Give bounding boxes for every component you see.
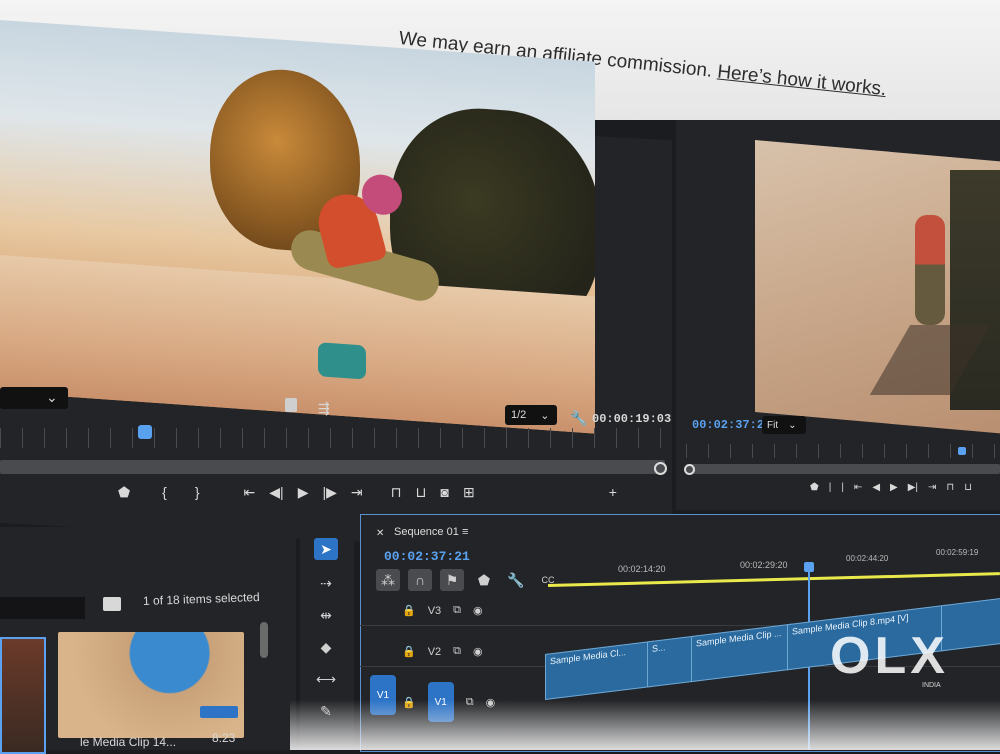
lift-icon[interactable]: ⊓ [946, 482, 954, 493]
step-forward-icon[interactable]: ▶| [908, 482, 918, 493]
ruler-label: 00:02:14:20 [618, 564, 666, 574]
extract-icon[interactable]: ⊔ [964, 482, 972, 493]
source-playhead[interactable] [138, 425, 152, 439]
camera-icon[interactable]: ◙ [440, 484, 448, 501]
fit-select[interactable]: Fit ⌄ [762, 416, 806, 434]
watermark-text: OLX [830, 627, 949, 685]
clip-duration: 8:23 [212, 731, 236, 745]
source-dropdown[interactable]: ⌄ [0, 387, 68, 409]
search-icon[interactable] [103, 597, 121, 611]
track-label-v2: V2 [427, 645, 442, 658]
program-transport: ⬟ | | ⇤ ◀ ▶ ▶| ⇥ ⊓ ⊔ [810, 482, 972, 493]
ruler-label: 00:02:44:20 [846, 554, 889, 563]
track-label-v3: V3 [427, 604, 442, 617]
track-header-v2: 🔒 V2 ⧉ ◉ [402, 645, 483, 658]
watermark-sub: INDIA [922, 682, 941, 689]
step-back-icon[interactable]: ◀| [269, 484, 283, 501]
source-timecode: 00:00:19:03 [592, 412, 672, 426]
go-to-out-icon[interactable]: ⇥ [351, 484, 363, 501]
snap-icon[interactable]: ∩ [408, 569, 432, 591]
program-skater [915, 215, 945, 325]
program-time-ruler[interactable] [686, 444, 1000, 458]
export-frame-icon[interactable] [285, 398, 297, 412]
fit-select-value: Fit [767, 419, 779, 431]
marker-icon[interactable]: ⬟ [810, 482, 819, 493]
marker-icon[interactable]: ⬟ [118, 484, 130, 501]
olx-watermark: OLX INDIA [830, 626, 970, 706]
go-to-in-icon[interactable]: ⇤ [244, 484, 256, 501]
lock-icon[interactable]: 🔒 [402, 645, 416, 658]
source-transport: ⬟ { } ⇤ ◀| ▶ |▶ ⇥ ⊓ ⊔ ◙ ⊞ + [118, 484, 617, 501]
button-editor-icon[interactable]: ⊞ [463, 484, 475, 501]
ruler-label: 00:02:59:19 [936, 548, 979, 557]
screen-glare [290, 700, 1000, 750]
linked-selection-icon[interactable]: ⚑ [440, 569, 464, 591]
mark-out-icon[interactable]: | [841, 482, 844, 493]
program-timecode: 00:02:37:21 [692, 418, 772, 432]
mark-in-icon[interactable]: { [162, 484, 167, 501]
play-icon[interactable]: ▶ [298, 484, 309, 501]
clip-thumbnail-left[interactable] [0, 637, 46, 754]
clip-badge-icon [200, 706, 238, 718]
program-scroll-bar[interactable] [686, 464, 1000, 474]
slip-icon[interactable]: ⟷ [314, 668, 338, 690]
sequence-title[interactable]: Sequence 01 [394, 526, 459, 538]
add-marker-icon[interactable]: ⬟ [472, 569, 496, 591]
chevron-down-icon: ⌄ [788, 419, 797, 431]
timeline-toolbar: ⁂ ∩ ⚑ ⬟ 🔧 CC [376, 569, 560, 591]
mark-out-icon[interactable]: } [195, 484, 200, 501]
go-to-out-icon[interactable]: ⇥ [928, 482, 936, 493]
play-icon[interactable]: ▶ [890, 482, 898, 493]
source-scroll-bar[interactable] [0, 460, 665, 474]
program-scroll-start[interactable] [684, 464, 695, 475]
source-video-frame [0, 20, 595, 434]
zoom-select[interactable]: 1/2 ⌄ [505, 405, 557, 425]
project-search-input[interactable] [0, 597, 85, 619]
sync-icon[interactable]: ⧉ [453, 604, 461, 617]
timeline-clip[interactable]: S... [647, 635, 697, 688]
timeline-timecode: 00:02:37:21 [384, 549, 470, 564]
chevron-down-icon: ⌄ [540, 409, 550, 422]
clip-name: le Media Clip 14... [80, 735, 177, 749]
source-time-ruler[interactable] [0, 428, 665, 448]
wrench-icon[interactable]: 🔧 [570, 410, 587, 427]
track-header-v3: 🔒 V3 ⧉ ◉ [402, 604, 483, 617]
lock-icon[interactable]: 🔒 [402, 604, 416, 617]
zoom-select-value: 1/2 [511, 409, 527, 421]
chevron-down-icon: ⌄ [46, 389, 58, 405]
nest-icon[interactable]: ⁂ [376, 569, 400, 591]
program-playhead[interactable] [958, 447, 966, 455]
wrench-icon[interactable]: 🔧 [504, 569, 528, 591]
add-icon[interactable]: + [609, 484, 617, 501]
clip-thumbnail[interactable] [58, 632, 244, 738]
timeline-playhead-head[interactable] [804, 562, 814, 572]
step-back-icon[interactable]: ◀ [872, 482, 880, 493]
project-scrollbar[interactable] [260, 622, 268, 658]
roller-skate [318, 342, 366, 380]
ripple-edit-icon[interactable]: ⇹ [314, 604, 338, 626]
clip-label: S... [652, 642, 666, 654]
close-icon[interactable]: ✕ [376, 528, 384, 539]
clip-label: Sample Media Clip ... [696, 627, 782, 649]
eye-icon[interactable]: ◉ [473, 645, 483, 658]
menu-icon[interactable]: ≡ [462, 526, 468, 538]
source-scroll-end[interactable] [654, 462, 667, 475]
sync-icon[interactable]: ⧉ [453, 645, 461, 658]
razor-icon[interactable]: ◆ [314, 636, 338, 658]
track-select-icon[interactable]: ⇢ [314, 572, 338, 594]
insert-icon[interactable]: ⊓ [391, 484, 402, 501]
overwrite-icon[interactable]: ⊔ [416, 484, 427, 501]
step-forward-icon[interactable]: |▶ [322, 484, 336, 501]
ruler-label: 00:02:29:20 [740, 560, 788, 570]
settings-icon[interactable]: ⇶ [318, 400, 330, 417]
go-to-in-icon[interactable]: ⇤ [854, 482, 862, 493]
eye-icon[interactable]: ◉ [473, 604, 483, 617]
clip-label: Sample Media Cl... [550, 647, 627, 667]
selection-tool-icon[interactable]: ➤ [314, 538, 338, 560]
mark-in-icon[interactable]: | [829, 482, 832, 493]
